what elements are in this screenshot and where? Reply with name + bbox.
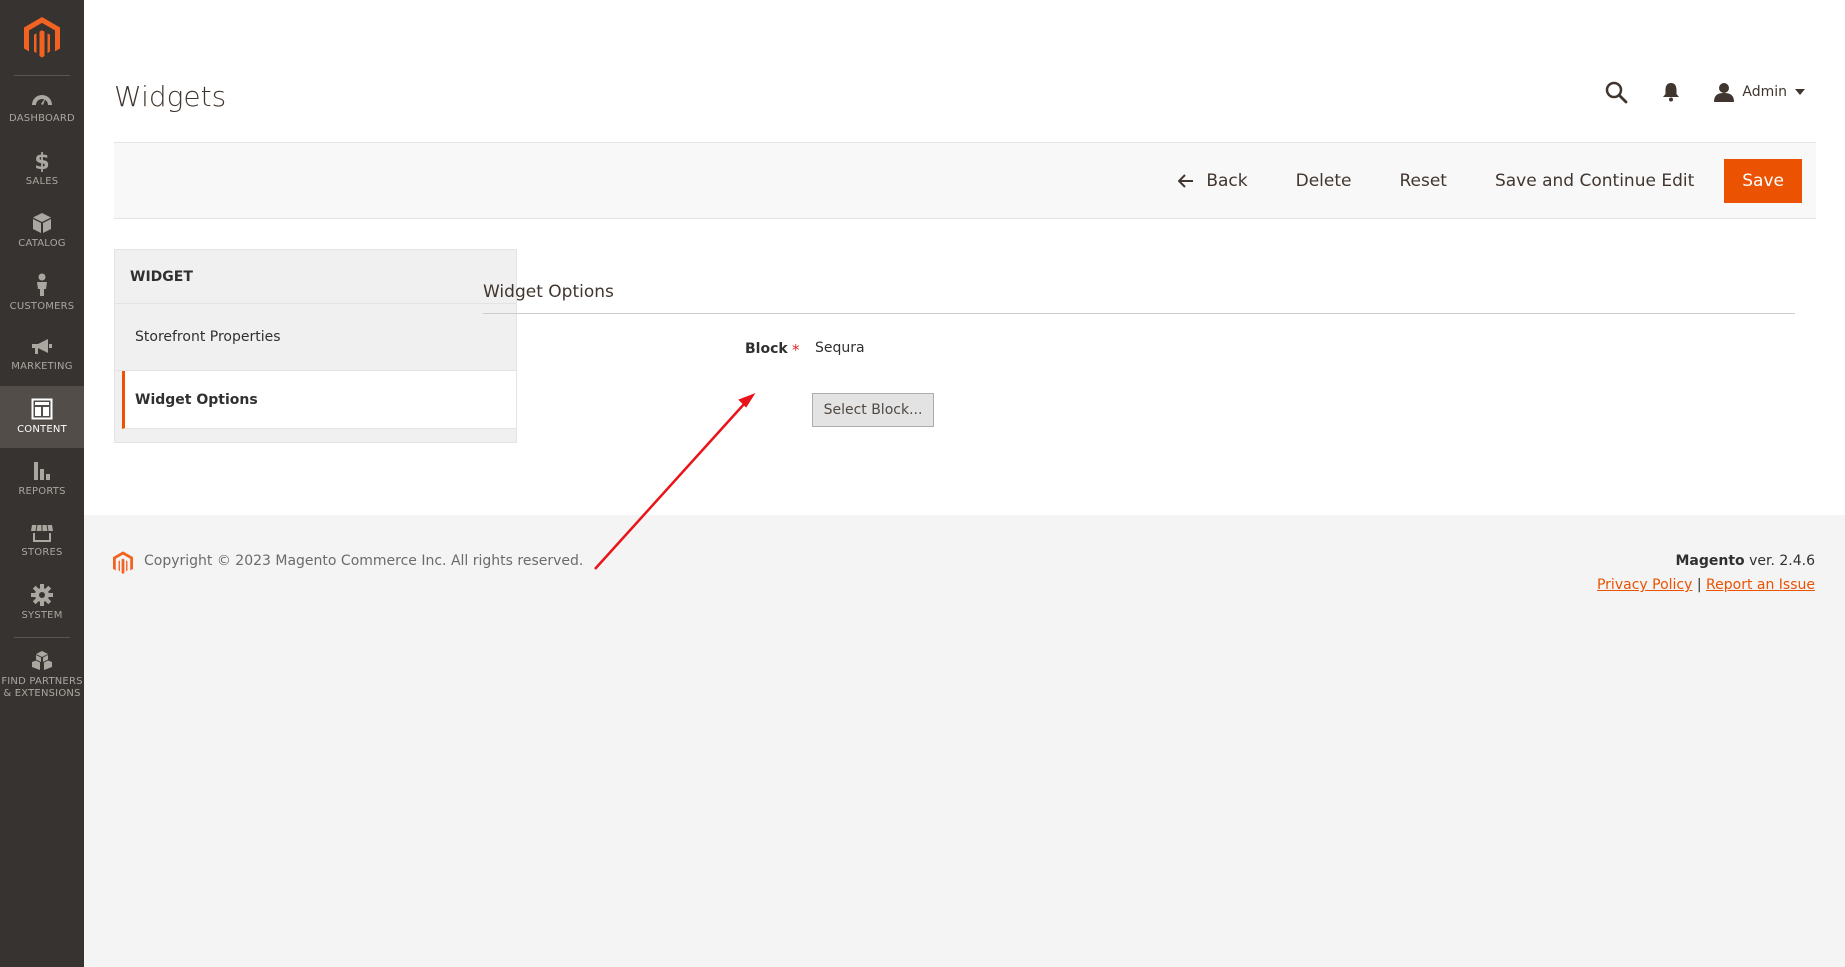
gear-icon — [31, 584, 53, 606]
dashboard-icon — [32, 95, 52, 105]
magento-logo[interactable] — [14, 0, 70, 76]
footer-link-separator: | — [1696, 577, 1702, 593]
back-button[interactable]: Back — [1154, 159, 1271, 203]
nav-find-partners-label: FIND PARTNERS — [1, 676, 83, 687]
nav-catalog[interactable]: CATALOG — [0, 200, 84, 262]
footer-version: Magento ver. 2.4.6 — [1675, 553, 1815, 569]
save-and-continue-button[interactable]: Save and Continue Edit — [1471, 159, 1718, 203]
block-field-value: Sequra — [815, 340, 865, 356]
search-icon[interactable] — [1604, 80, 1628, 104]
section-title: Widget Options — [483, 282, 614, 302]
page-actions: Back Delete Reset Save and Continue Edit… — [1154, 159, 1802, 203]
nav-stores[interactable]: STORES — [0, 510, 84, 572]
save-button[interactable]: Save — [1724, 159, 1802, 203]
admin-username: Admin — [1742, 84, 1787, 100]
footer-brand: Magento — [1675, 553, 1745, 569]
box-icon — [33, 213, 51, 233]
nav-system[interactable]: SYSTEM — [0, 572, 84, 634]
person-icon — [37, 273, 47, 296]
cubes-icon — [32, 651, 52, 670]
nav-customers-label: CUSTOMERS — [9, 301, 75, 312]
nav-marketing-label: MARKETING — [11, 361, 73, 372]
nav-find-partners[interactable]: FIND PARTNERS & EXTENSIONS — [0, 641, 84, 709]
nav-reports-label: REPORTS — [18, 486, 66, 497]
admin-user-menu[interactable]: Admin — [1714, 82, 1805, 102]
header-actions: Admin — [1604, 80, 1805, 104]
caret-down-icon — [1795, 89, 1805, 95]
tab-widget-options[interactable]: Widget Options — [122, 371, 516, 429]
nav-dashboard[interactable]: DASHBOARD — [0, 76, 84, 138]
user-icon — [1714, 83, 1735, 102]
section-divider — [483, 313, 1795, 314]
footer-version-number: ver. 2.4.6 — [1744, 553, 1815, 569]
select-block-button[interactable]: Select Block... — [812, 393, 934, 427]
reset-button[interactable]: Reset — [1375, 159, 1471, 203]
footer-magento-logo-icon — [113, 551, 133, 574]
layout-icon — [31, 398, 53, 420]
nav-content-label: CONTENT — [17, 424, 67, 435]
storefront-icon — [31, 524, 53, 542]
nav-sales[interactable]: $ SALES — [0, 138, 84, 200]
nav-reports[interactable]: REPORTS — [0, 448, 84, 510]
sidebar-divider — [14, 637, 70, 638]
megaphone-icon — [32, 339, 52, 354]
nav-marketing[interactable]: MARKETING — [0, 324, 84, 386]
nav-system-label: SYSTEM — [21, 610, 63, 621]
back-label: Back — [1206, 171, 1248, 191]
main-content: Widgets Admin Back Delete Reset Save and… — [84, 0, 1845, 515]
widget-tabs: WIDGET Storefront Properties Widget Opti… — [114, 249, 517, 443]
tabs-title: WIDGET — [115, 250, 516, 304]
bell-icon[interactable] — [1662, 82, 1680, 102]
nav-sales-label: SALES — [25, 176, 59, 187]
svg-text:$: $ — [34, 150, 49, 172]
page-actions-bar: Back Delete Reset Save and Continue Edit… — [114, 142, 1816, 219]
privacy-policy-link[interactable]: Privacy Policy — [1597, 577, 1692, 593]
admin-sidebar: DASHBOARD $ SALES CATALOG CUSTOMERS MARK… — [0, 0, 84, 967]
dollar-icon: $ — [34, 150, 49, 172]
nav-find-partners-label-2: & EXTENSIONS — [3, 688, 81, 699]
footer-links: Privacy Policy | Report an Issue — [1597, 577, 1815, 593]
magento-logo-icon — [24, 16, 60, 57]
bar-chart-icon — [34, 462, 50, 480]
nav-catalog-label: CATALOG — [18, 238, 66, 249]
required-asterisk: * — [792, 341, 800, 359]
arrow-left-icon — [1178, 174, 1194, 188]
nav-dashboard-label: DASHBOARD — [9, 113, 75, 124]
footer-copyright: Copyright © 2023 Magento Commerce Inc. A… — [144, 553, 584, 569]
nav-stores-label: STORES — [21, 547, 63, 558]
report-issue-link[interactable]: Report an Issue — [1706, 577, 1815, 593]
block-field-label: Block — [745, 341, 788, 357]
delete-button[interactable]: Delete — [1272, 159, 1376, 203]
page-title: Widgets — [114, 80, 227, 113]
tab-storefront-properties[interactable]: Storefront Properties — [115, 304, 516, 371]
nav-content[interactable]: CONTENT — [0, 386, 84, 448]
nav-customers[interactable]: CUSTOMERS — [0, 262, 84, 324]
